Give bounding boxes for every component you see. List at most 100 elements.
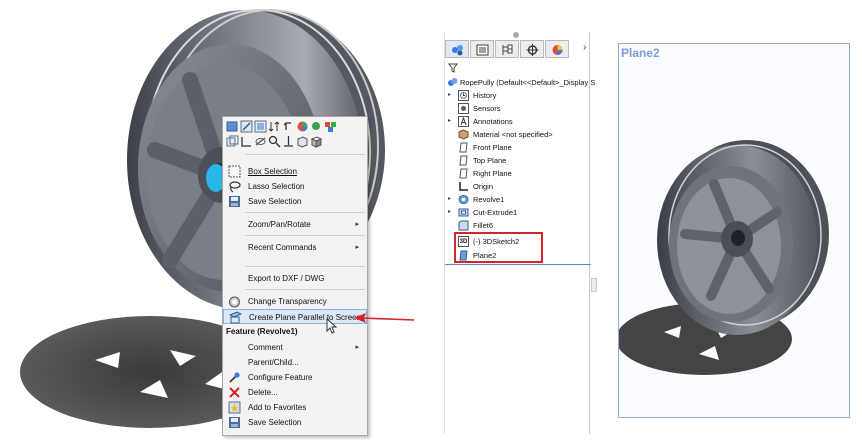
more-tabs-icon[interactable]: › [583, 42, 586, 53]
revolve-icon [458, 194, 469, 205]
menu-item-box-selection[interactable]: Box Selection [223, 164, 367, 179]
tab-dimxpert-manager[interactable] [520, 40, 544, 58]
rollback-bar[interactable] [445, 264, 591, 265]
tree-item-label: Sensors [473, 104, 501, 113]
box-selection-icon [228, 165, 241, 178]
expand-arrow-icon[interactable]: ▸ [448, 89, 451, 102]
sketch-corner-icon[interactable] [240, 135, 253, 148]
tree-root-label: RopePully (Default<<Default>_Display S [460, 78, 596, 87]
appearance-palette-icon[interactable] [324, 120, 337, 133]
context-toolbar-row-1 [226, 120, 337, 136]
tree-item-label: Front Plane [473, 143, 512, 152]
menu-item-delete[interactable]: Delete... [223, 385, 367, 400]
tab-display-manager[interactable] [545, 40, 569, 58]
menu-separator [245, 289, 365, 290]
callout-arrow-icon [354, 313, 415, 323]
panel-collapse-handle[interactable] [591, 278, 597, 292]
menu-item-comment[interactable]: Comment ▸ [223, 340, 367, 355]
feature-manager-icon [452, 45, 463, 56]
rollback-icon[interactable] [282, 120, 295, 133]
submenu-arrow-icon: ▸ [355, 344, 359, 351]
menu-item-change-transparency[interactable]: Change Transparency [223, 294, 367, 309]
plane-icon [458, 155, 469, 166]
menu-separator [245, 212, 365, 213]
menu-label: Create Plane Parallel to Screen [249, 313, 362, 322]
material-icon [458, 129, 469, 140]
normal-to-icon[interactable] [282, 135, 295, 148]
menu-separator [245, 235, 365, 236]
menu-label: Parent/Child... [248, 358, 299, 367]
isometric-view-icon[interactable] [310, 135, 323, 148]
menu-label: Box Selection [248, 167, 297, 176]
tree-item-label: Annotations [473, 117, 513, 126]
menu-item-parent-child[interactable]: Parent/Child... [223, 355, 367, 370]
tab-configuration-manager[interactable] [495, 40, 519, 58]
part-icon [447, 77, 458, 88]
cut-extrude-icon [458, 207, 469, 218]
menu-label: Configure Feature [248, 373, 313, 382]
menu-label: Zoom/Pan/Rotate [248, 220, 311, 229]
suppress-icon[interactable] [268, 120, 281, 133]
tree-item-label: Fillet6 [473, 221, 494, 230]
menu-item-save-selection-feature[interactable]: Save Selection [223, 415, 367, 430]
dimxpert-manager-icon [526, 44, 539, 56]
tree-item-label: Material <not specified> [473, 130, 553, 139]
fillet-icon [458, 220, 469, 231]
menu-item-lasso-selection[interactable]: Lasso Selection [223, 179, 367, 194]
expand-arrow-icon[interactable]: ▸ [448, 115, 451, 128]
menu-label: Save Selection [248, 197, 302, 206]
history-icon [458, 90, 469, 101]
expand-arrow-icon[interactable]: ▸ [448, 206, 451, 219]
plane-title: Plane2 [621, 46, 660, 60]
edit-feature-icon[interactable] [240, 120, 253, 133]
menu-label: Comment [248, 343, 283, 352]
plane2-view[interactable]: Plane2 [618, 43, 850, 418]
view-orientation-icon[interactable] [226, 120, 239, 133]
menu-label: Delete... [248, 388, 278, 397]
configure-feature-icon [228, 371, 241, 384]
tree-item-label: History [473, 91, 497, 100]
lasso-selection-icon [228, 180, 241, 193]
context-toolbar-row-2 [226, 135, 323, 151]
feature-manager-panel: › RopePully (Default<<Default>_Display S… [444, 32, 597, 434]
tab-property-manager[interactable] [470, 40, 494, 58]
menu-item-export-dxf[interactable]: Export to DXF / DWG [223, 271, 367, 286]
view-cube-icon[interactable] [296, 135, 309, 148]
graphics-area-left[interactable]: Box Selection Lasso Selection Save Selec… [0, 0, 430, 444]
menu-item-recent-commands[interactable]: Recent Commands ▸ [223, 240, 367, 255]
submenu-arrow-icon: ▸ [355, 221, 359, 228]
menu-item-save-selection[interactable]: Save Selection [223, 194, 367, 209]
zoom-to-selection-icon[interactable] [310, 120, 323, 133]
menu-label: Change Transparency [248, 297, 327, 306]
edit-sketch-icon[interactable] [254, 120, 267, 133]
tree-item-label: Right Plane [473, 169, 512, 178]
save-selection-icon [228, 416, 241, 429]
plane-parallel-icon [229, 311, 242, 324]
zoom-icon[interactable] [268, 135, 281, 148]
transparency-icon [228, 295, 241, 308]
filter-icon[interactable] [448, 63, 458, 73]
menu-separator [245, 154, 365, 155]
panel-drag-handle[interactable] [513, 32, 519, 38]
origin-icon [458, 181, 469, 192]
tree-item-label: Top Plane [473, 156, 507, 165]
hide-icon[interactable] [254, 135, 267, 148]
submenu-arrow-icon: ▸ [355, 244, 359, 251]
menu-item-add-to-favorites[interactable]: Add to Favorites [223, 400, 367, 415]
save-selection-icon [228, 195, 241, 208]
menu-item-configure-feature[interactable]: Configure Feature [223, 370, 367, 385]
tree-item-label: Revolve1 [473, 195, 505, 204]
pulley-model-right [619, 140, 829, 375]
tab-feature-manager[interactable] [445, 40, 469, 58]
menu-item-create-plane-parallel[interactable]: Create Plane Parallel to Screen [223, 309, 367, 324]
appearance-icon[interactable] [296, 120, 309, 133]
menu-label: Add to Favorites [248, 403, 307, 412]
context-menu: Box Selection Lasso Selection Save Selec… [222, 116, 368, 436]
menu-item-zoom-pan-rotate[interactable]: Zoom/Pan/Rotate ▸ [223, 217, 367, 232]
menu-separator [245, 266, 365, 267]
plane-icon [458, 142, 469, 153]
copy-feature-icon[interactable] [226, 135, 239, 148]
tree-root-part[interactable]: RopePully (Default<<Default>_Display S [445, 76, 595, 89]
annotations-icon [458, 116, 469, 127]
expand-arrow-icon[interactable]: ▸ [448, 193, 451, 206]
